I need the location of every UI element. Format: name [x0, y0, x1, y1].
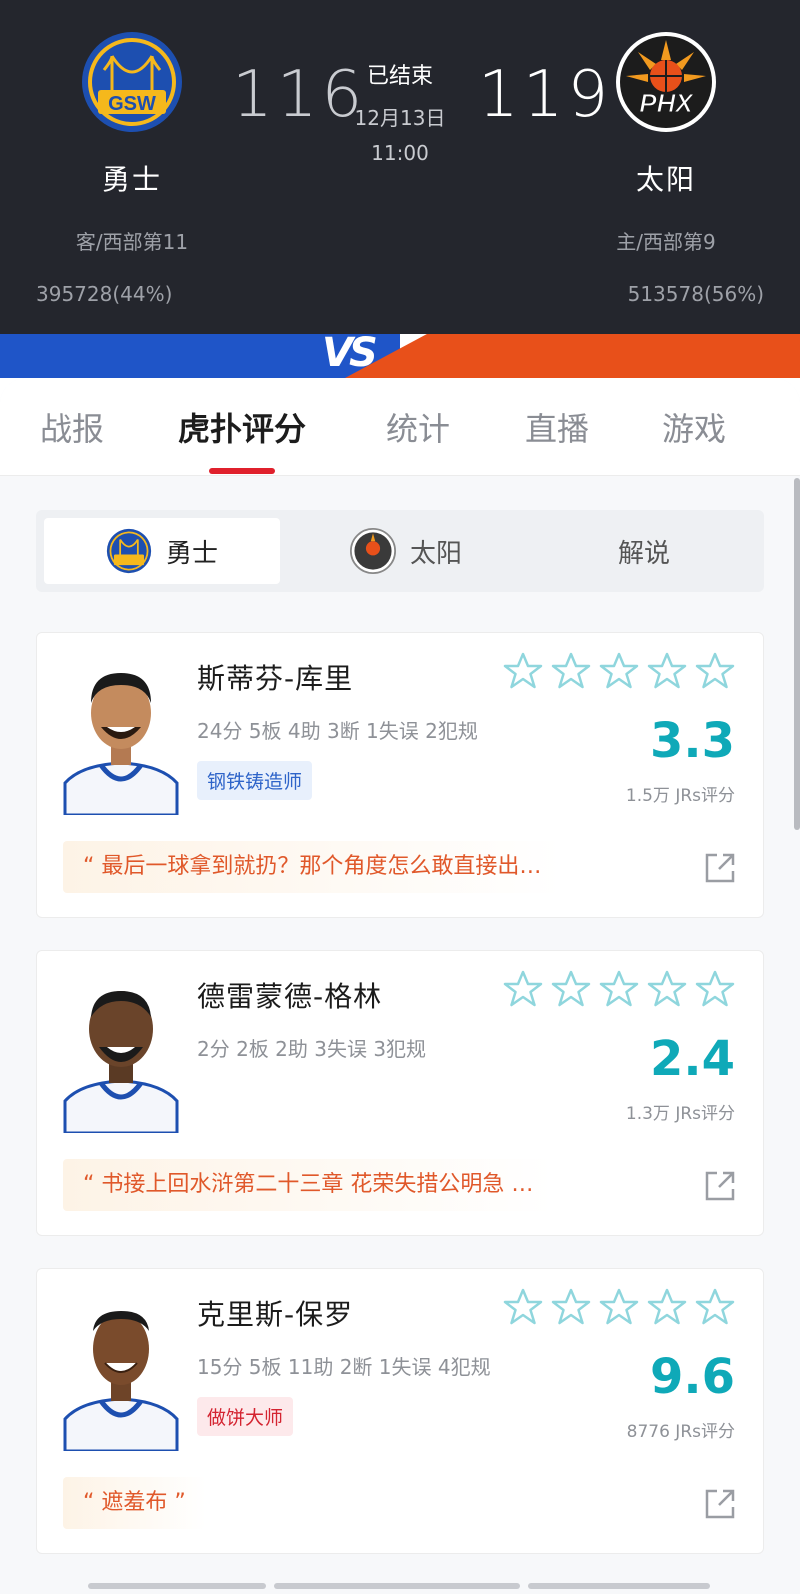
tab-live[interactable]: 直播 — [525, 404, 589, 450]
star-icon[interactable] — [551, 969, 591, 1009]
player-name: 斯蒂芬-库里 — [197, 662, 354, 695]
star-icon[interactable] — [695, 1287, 735, 1327]
player-score: 2.4 — [649, 1031, 735, 1087]
active-tab-indicator — [209, 468, 275, 474]
vs-label: VS — [322, 330, 378, 376]
star-icon[interactable] — [695, 651, 735, 691]
rating-stars[interactable] — [503, 1287, 735, 1327]
top-comment[interactable]: “ 最后一球拿到就扔？那个角度怎么敢直接出… — [63, 841, 562, 893]
tab-stats[interactable]: 统计 — [386, 404, 450, 450]
home-team-rank: 主/西部第9 — [616, 230, 716, 254]
bottom-page-indicator — [88, 1583, 710, 1589]
player-score: 3.3 — [649, 713, 735, 769]
tab-report[interactable]: 战报 — [40, 404, 104, 450]
main-sheet: 战报 虎扑评分 统计 直播 游戏 勇士 太阳 解说 斯蒂芬-库里 24分 5板 … — [0, 378, 800, 1594]
player-avatar — [63, 991, 179, 1133]
star-icon[interactable] — [647, 1287, 687, 1327]
game-status: 已结束 12月13日 11:00 — [330, 58, 470, 165]
rater-count: 1.3万 JRs评分 — [625, 1104, 735, 1124]
game-status-label: 已结束 — [366, 64, 433, 89]
gsw-logo-icon — [106, 528, 152, 574]
page-indicator-segment — [528, 1583, 710, 1589]
player-name: 克里斯-保罗 — [197, 1298, 354, 1331]
star-icon[interactable] — [647, 651, 687, 691]
player-stats: 24分 5板 4助 3断 1失误 2犯规 — [197, 719, 478, 743]
away-team-rank: 客/西部第11 — [75, 230, 189, 254]
game-date: 12月13日 — [354, 106, 446, 130]
share-icon[interactable] — [703, 851, 737, 885]
game-header: GSW 勇士 客/西部第11 116 已结束 12月13日 11:00 119 … — [0, 0, 800, 334]
player-tag: 钢铁铸造师 — [197, 761, 313, 800]
scrollbar[interactable] — [794, 478, 800, 830]
player-tag: 做饼大师 — [197, 1397, 294, 1436]
star-icon[interactable] — [599, 1287, 639, 1327]
share-icon[interactable] — [703, 1487, 737, 1521]
player-avatar — [63, 1311, 179, 1451]
player-stats: 2分 2板 2助 3失误 3犯规 — [197, 1037, 427, 1061]
share-icon[interactable] — [703, 1169, 737, 1203]
tab-games[interactable]: 游戏 — [662, 404, 726, 450]
player-avatar — [63, 673, 179, 815]
rating-stars[interactable] — [503, 969, 735, 1009]
star-icon[interactable] — [551, 651, 591, 691]
svg-text:PHX: PHX — [639, 88, 694, 118]
player-card[interactable]: 克里斯-保罗 15分 5板 11助 2断 1失误 4犯规 做饼大师 9.6 87… — [36, 1268, 764, 1554]
rater-count: 1.5万 JRs评分 — [625, 786, 735, 806]
star-icon[interactable] — [599, 651, 639, 691]
away-team[interactable]: GSW 勇士 客/西部第11 — [32, 30, 232, 255]
player-stats: 15分 5板 11助 2断 1失误 4犯规 — [197, 1355, 491, 1379]
away-support-count: 395728(44%) — [36, 282, 173, 306]
top-comment[interactable]: “ 遮羞布 ” — [63, 1477, 206, 1529]
home-team[interactable]: PHX 太阳 主/西部第9 — [566, 30, 766, 255]
segment-commentary-label: 解说 — [617, 538, 670, 569]
segment-suns[interactable]: 太阳 — [288, 518, 524, 584]
rating-stars[interactable] — [503, 651, 735, 691]
page-indicator-segment — [88, 1583, 266, 1589]
segment-commentary[interactable]: 解说 — [532, 518, 756, 584]
star-icon[interactable] — [599, 969, 639, 1009]
away-team-name: 勇士 — [101, 163, 162, 196]
team-segment-control: 勇士 太阳 解说 — [36, 510, 764, 592]
star-icon[interactable] — [503, 969, 543, 1009]
star-icon[interactable] — [695, 969, 735, 1009]
player-name: 德雷蒙德-格林 — [197, 980, 383, 1013]
player-score: 9.6 — [649, 1349, 735, 1405]
star-icon[interactable] — [647, 969, 687, 1009]
player-card[interactable]: 德雷蒙德-格林 2分 2板 2助 3失误 3犯规 2.4 1.3万 JRs评分 … — [36, 950, 764, 1236]
player-card[interactable]: 斯蒂芬-库里 24分 5板 4助 3断 1失误 2犯规 钢铁铸造师 3.3 1.… — [36, 632, 764, 918]
home-support-count: 513578(56%) — [627, 282, 764, 306]
home-support-bar — [345, 334, 800, 378]
segment-suns-label: 太阳 — [409, 538, 462, 569]
gsw-logo-icon: GSW — [82, 32, 182, 132]
page-indicator-segment — [274, 1583, 520, 1589]
star-icon[interactable] — [503, 651, 543, 691]
tab-bar: 战报 虎扑评分 统计 直播 游戏 — [0, 378, 800, 476]
top-comment[interactable]: “ 书接上回水浒第二十三章 花荣失措公明急 … — [63, 1159, 554, 1211]
tab-hupu-rating[interactable]: 虎扑评分 — [178, 404, 306, 450]
phx-logo-icon — [349, 528, 396, 574]
vs-support-bar: VS — [0, 330, 800, 378]
segment-warriors[interactable]: 勇士 — [44, 518, 280, 584]
star-icon[interactable] — [503, 1287, 543, 1327]
game-time: 11:00 — [371, 141, 429, 165]
svg-text:GSW: GSW — [108, 93, 156, 115]
home-team-name: 太阳 — [635, 163, 696, 196]
rater-count: 8776 JRs评分 — [626, 1422, 735, 1442]
star-icon[interactable] — [551, 1287, 591, 1327]
phx-logo-icon: PHX — [616, 32, 716, 132]
segment-warriors-label: 勇士 — [165, 538, 218, 569]
